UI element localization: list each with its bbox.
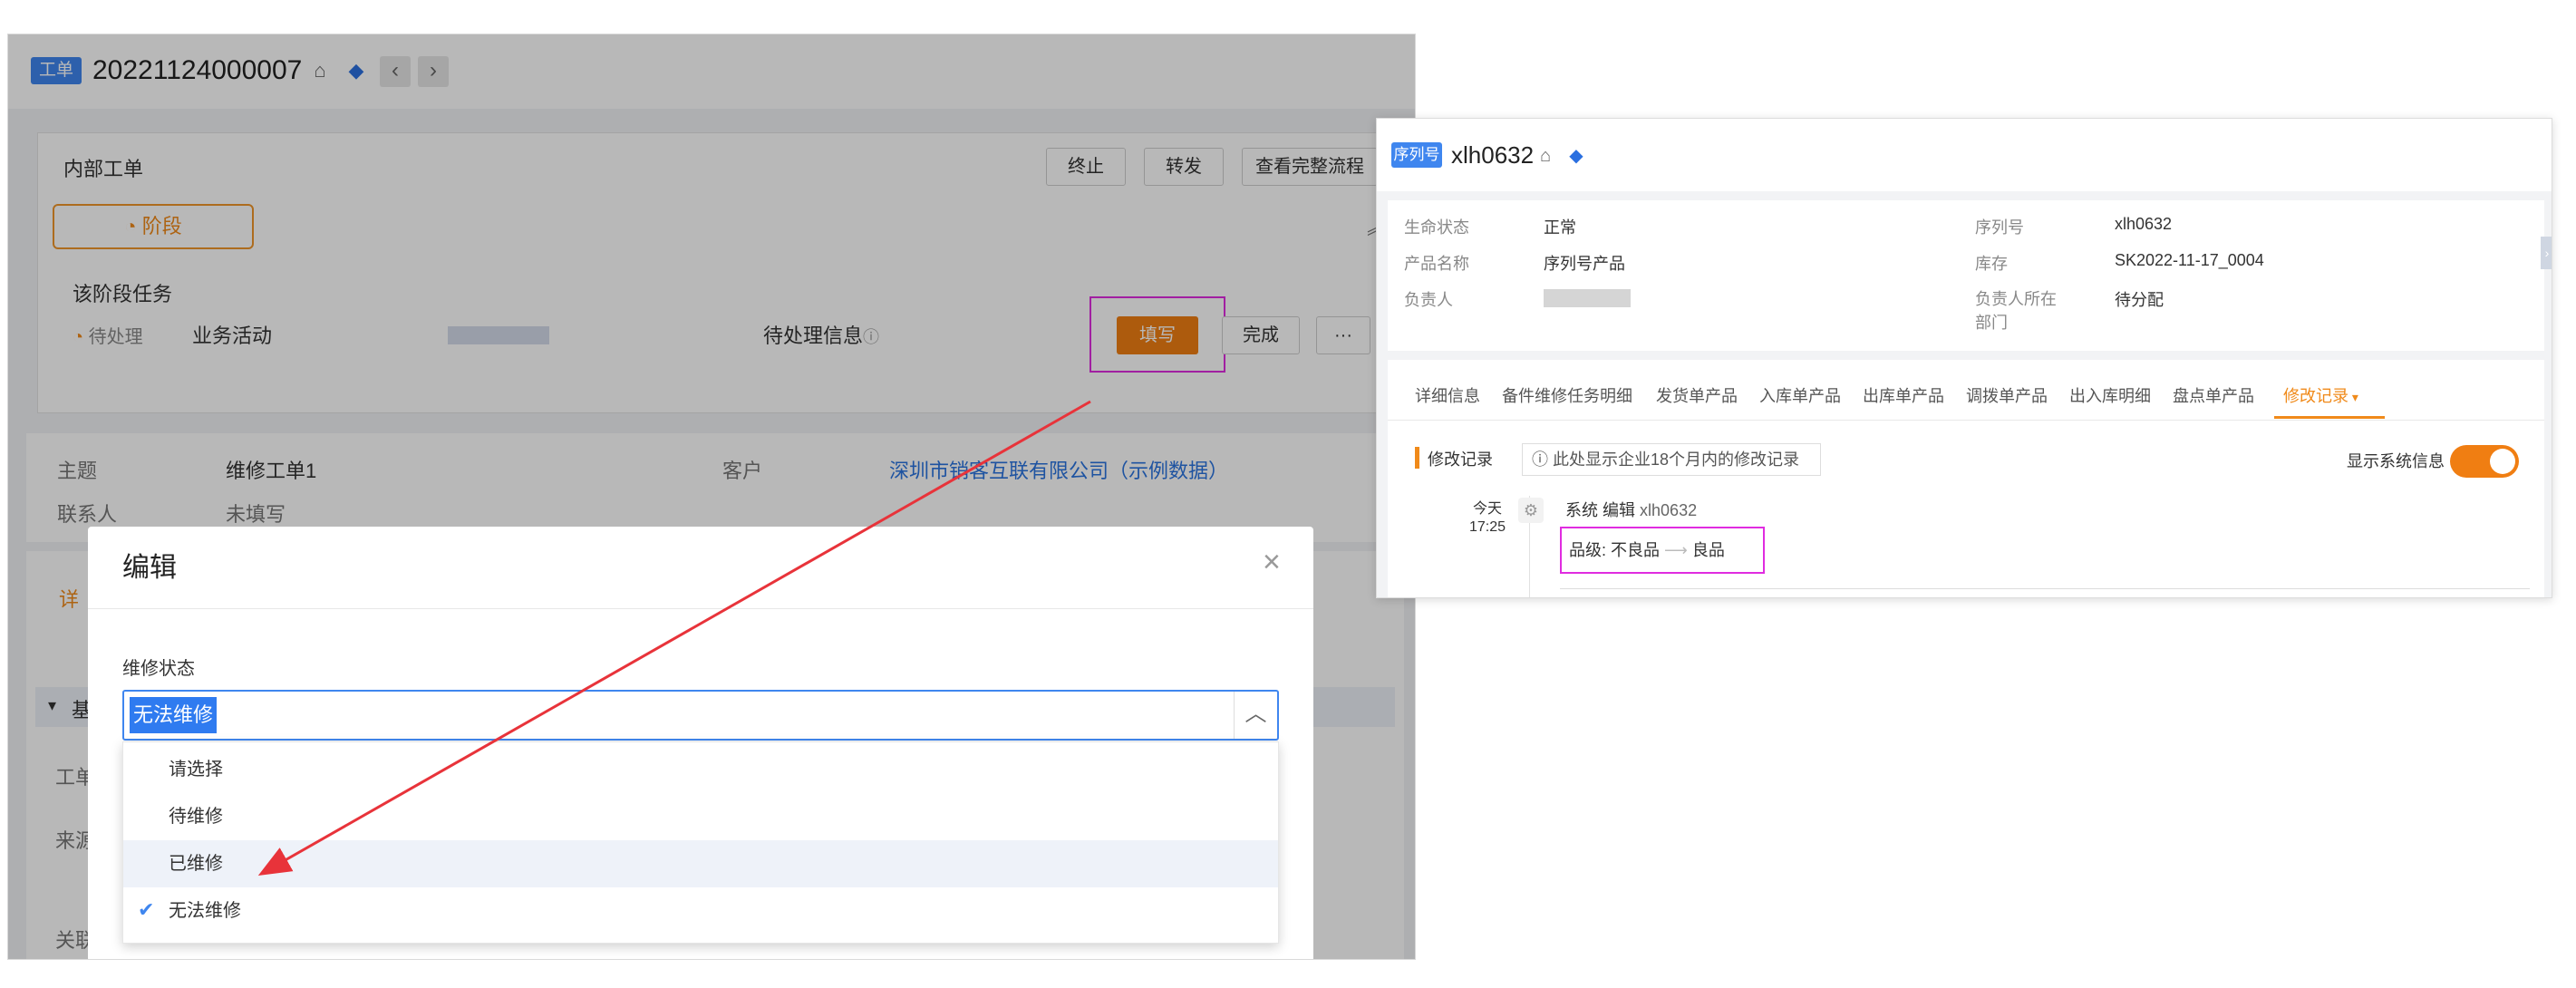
annotation-arrow [257, 400, 1091, 876]
